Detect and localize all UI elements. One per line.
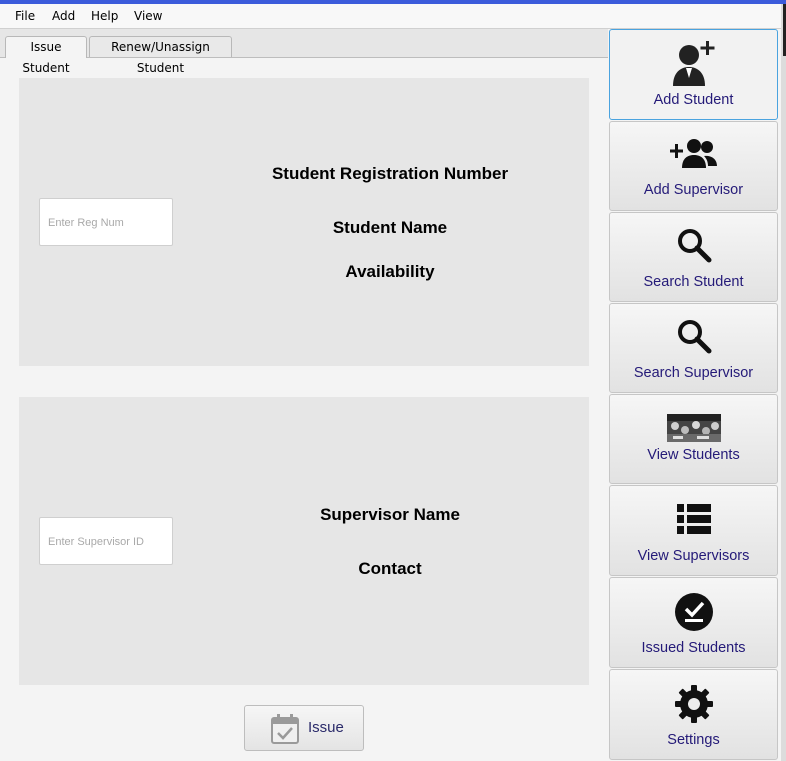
menu-add[interactable]: Add [52, 9, 75, 23]
add-group-icon [669, 138, 718, 172]
view-supervisors-button[interactable]: View Supervisors [609, 485, 778, 576]
add-user-icon [669, 38, 719, 90]
sidebar-item-label: Settings [667, 732, 720, 748]
menu-view[interactable]: View [134, 9, 162, 23]
menu-help[interactable]: Help [91, 9, 118, 23]
tab-issue-student[interactable]: Issue Student [5, 36, 87, 75]
add-student-button[interactable]: Add Student [609, 29, 778, 120]
menu-bar: File Add Help View [0, 4, 781, 29]
settings-button[interactable]: Settings [609, 669, 778, 760]
sidebar-item-label: View Supervisors [637, 548, 750, 564]
student-reg-label: Student Registration Number [271, 164, 509, 183]
supervisor-id-input[interactable]: Enter Supervisor ID [39, 517, 173, 565]
supervisor-name-label: Supervisor Name [320, 505, 460, 524]
issue-button-label: Issue [308, 719, 344, 736]
student-name-label: Student Name [332, 218, 448, 237]
issued-students-button[interactable]: Issued Students [609, 577, 778, 668]
reg-num-input[interactable]: Enter Reg Num [39, 198, 173, 246]
sidebar: Add Student Add Supervisor Search Studen… [608, 29, 780, 761]
view-students-button[interactable]: View Students [609, 394, 778, 484]
search-icon [676, 227, 712, 267]
add-supervisor-button[interactable]: Add Supervisor [609, 121, 778, 211]
sidebar-item-label: View Students [647, 447, 740, 463]
search-icon [676, 318, 712, 358]
search-student-button[interactable]: Search Student [609, 212, 778, 302]
search-supervisor-button[interactable]: Search Supervisor [609, 303, 778, 393]
sidebar-item-label: Search Student [643, 274, 744, 290]
sidebar-item-label: Issued Students [641, 640, 746, 656]
issue-button[interactable]: Issue [244, 705, 364, 751]
window-right-edge [781, 4, 786, 761]
availability-label: Availability [345, 262, 435, 281]
menu-file[interactable]: File [15, 9, 35, 23]
tab-renew-unassign-student[interactable]: Renew/Unassign Student [89, 36, 232, 75]
sidebar-item-label: Add Student [653, 92, 734, 108]
students-photo-icon [666, 414, 721, 446]
contact-label: Contact [358, 559, 422, 578]
check-circle-icon [674, 592, 714, 636]
gear-icon [674, 684, 714, 728]
sidebar-item-label: Add Supervisor [643, 182, 744, 198]
calendar-check-icon [271, 714, 299, 748]
list-icon [676, 504, 711, 538]
sidebar-item-label: Search Supervisor [633, 365, 754, 381]
